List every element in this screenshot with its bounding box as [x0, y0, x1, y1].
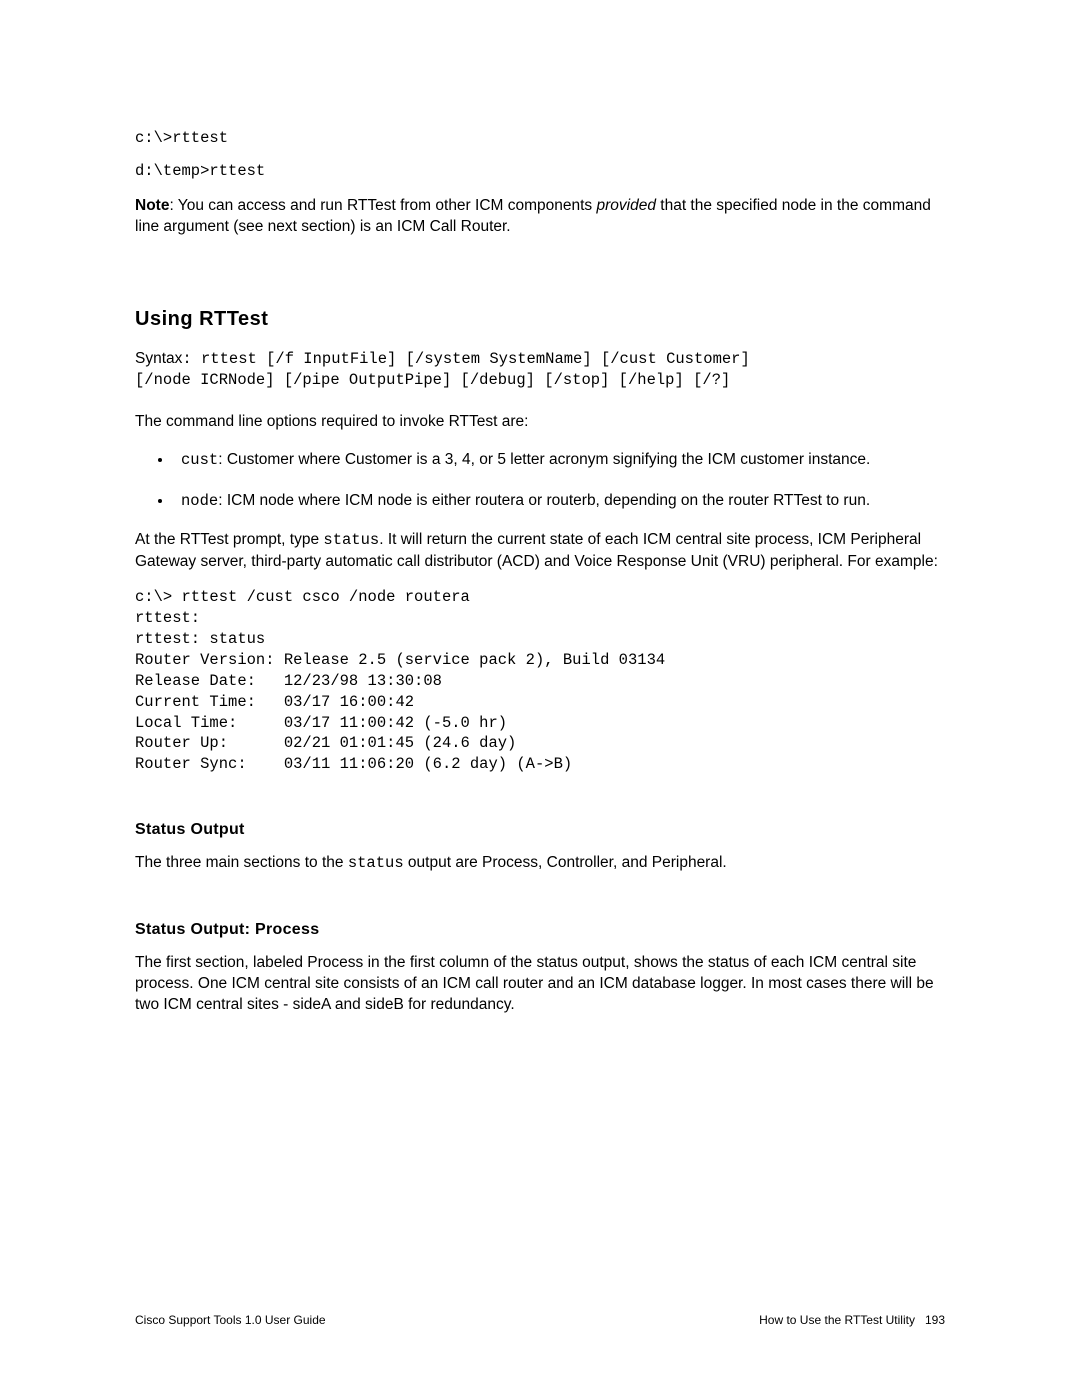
page-footer: Cisco Support Tools 1.0 User Guide How t…	[135, 1313, 945, 1327]
process-paragraph: The first section, labeled Process in th…	[135, 953, 945, 1016]
cmdline-intro: The command line options required to inv…	[135, 412, 945, 433]
heading-using-rttest: Using RTTest	[135, 308, 945, 331]
option-text-cust: : Customer where Customer is a 3, 4, or …	[218, 451, 870, 468]
syntax-line2: [/node ICRNode] [/pipe OutputPipe] [/deb…	[135, 371, 730, 389]
footer-left: Cisco Support Tools 1.0 User Guide	[135, 1313, 326, 1327]
syntax-label: Syntax	[135, 350, 182, 367]
note-italic: provided	[597, 197, 656, 214]
terminal-output: c:\> rttest /cust csco /node routera rtt…	[135, 587, 945, 775]
status-before: The three main sections to the	[135, 854, 348, 871]
prompt-paragraph: At the RTTest prompt, type status. It wi…	[135, 530, 945, 573]
option-code-cust: cust	[181, 451, 218, 469]
list-item: cust: Customer where Customer is a 3, 4,…	[173, 449, 945, 472]
status-code: status	[348, 854, 404, 872]
syntax-line1: : rttest [/f InputFile] [/system SystemN…	[182, 350, 749, 368]
status-output-paragraph: The three main sections to the status ou…	[135, 853, 945, 875]
status-after: output are Process, Controller, and Peri…	[404, 854, 727, 871]
note-text-before: : You can access and run RTTest from oth…	[169, 197, 596, 214]
options-list: cust: Customer where Customer is a 3, 4,…	[135, 449, 945, 512]
page-number: 193	[925, 1313, 945, 1327]
code-line-2: d:\temp>rttest	[135, 161, 945, 182]
footer-section-title: How to Use the RTTest Utility	[759, 1313, 915, 1327]
note-label: Note	[135, 197, 169, 214]
heading-status-output: Status Output	[135, 821, 945, 839]
prompt-code: status	[323, 531, 379, 549]
syntax-block: Syntax: rttest [/f InputFile] [/system S…	[135, 349, 945, 392]
list-item: node: ICM node where ICM node is either …	[173, 490, 945, 513]
prompt-before: At the RTTest prompt, type	[135, 531, 323, 548]
note-paragraph: Note: You can access and run RTTest from…	[135, 196, 945, 238]
heading-status-output-process: Status Output: Process	[135, 921, 945, 939]
option-text-node: : ICM node where ICM node is either rout…	[218, 492, 870, 509]
option-code-node: node	[181, 492, 218, 510]
footer-right: How to Use the RTTest Utility 193	[759, 1313, 945, 1327]
code-line-1: c:\>rttest	[135, 128, 945, 149]
